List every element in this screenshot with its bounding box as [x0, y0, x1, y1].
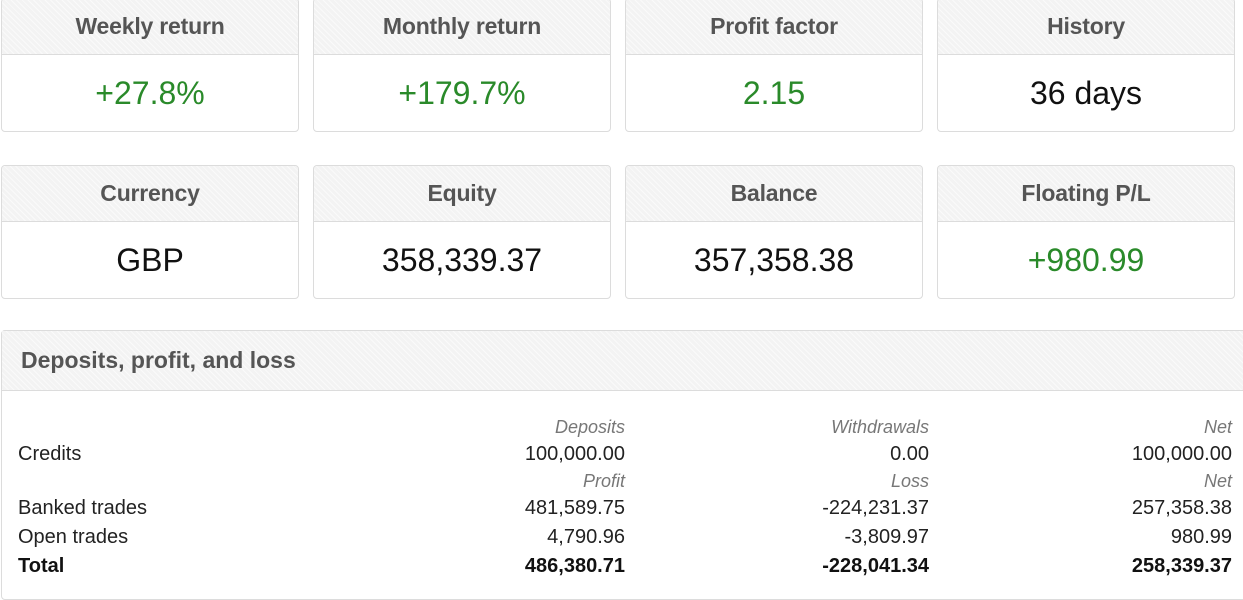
- cell: 100,000.00: [524, 443, 625, 465]
- stat-card-floating-pl: Floating P/L +980.99: [937, 165, 1235, 299]
- stat-label: Equity: [314, 166, 610, 222]
- column-header: Net: [1203, 417, 1232, 437]
- stat-label: Profit factor: [626, 0, 922, 55]
- cell: 258,339.37: [1131, 555, 1232, 577]
- stat-label: Monthly return: [314, 0, 610, 55]
- row-label: Open trades: [18, 526, 129, 548]
- column-header: Withdrawals: [831, 417, 929, 437]
- stat-label: History: [938, 0, 1234, 55]
- column-header: Loss: [890, 471, 929, 491]
- cell: 100,000.00: [1131, 443, 1232, 465]
- profit-loss-table: Deposits Withdrawals Net Credits 100,000…: [18, 415, 1232, 581]
- stat-value: 2.15: [742, 74, 806, 111]
- cell: 257,358.38: [1131, 497, 1232, 519]
- stat-card-equity: Equity 358,339.37: [313, 165, 611, 299]
- table-row-total: Total 486,380.71 -228,041.34 258,339.37: [18, 552, 1232, 581]
- cell: -3,809.97: [844, 526, 929, 548]
- stat-value: 358,339.37: [381, 241, 543, 278]
- stat-card-weekly-return: Weekly return +27.8%: [1, 0, 299, 132]
- stat-value: +179.7%: [398, 74, 526, 111]
- row-label: Credits: [18, 443, 82, 465]
- panel-title: Deposits, profit, and loss: [2, 331, 1243, 391]
- credits-row: Credits 100,000.00 0.00 100,000.00: [18, 440, 1232, 469]
- column-header: Deposits: [554, 417, 625, 437]
- cell: 0.00: [890, 443, 929, 465]
- stat-card-balance: Balance 357,358.38: [625, 165, 923, 299]
- table-row-banked-trades: Banked trades 481,589.75 -224,231.37 257…: [18, 494, 1232, 523]
- stat-value: GBP: [116, 241, 184, 278]
- cell: 980.99: [1170, 526, 1232, 548]
- stat-label: Weekly return: [2, 0, 298, 55]
- stat-card-history: History 36 days: [937, 0, 1235, 132]
- stat-label: Currency: [2, 166, 298, 222]
- cell: 4,790.96: [547, 526, 625, 548]
- stat-card-profit-factor: Profit factor 2.15: [625, 0, 923, 132]
- column-header: Net: [1203, 471, 1232, 491]
- cell: 486,380.71: [524, 555, 625, 577]
- stat-value: 36 days: [1029, 74, 1143, 111]
- stat-label: Balance: [626, 166, 922, 222]
- cell: -224,231.37: [822, 497, 929, 519]
- stat-label: Floating P/L: [938, 166, 1234, 222]
- credits-header-row: Deposits Withdrawals Net: [18, 415, 1232, 440]
- cell: 481,589.75: [524, 497, 625, 519]
- deposits-profit-loss-panel: Deposits, profit, and loss Deposits With…: [1, 330, 1243, 600]
- stat-value: +980.99: [1027, 241, 1145, 278]
- row-label: Total: [18, 555, 65, 577]
- trades-header-row: Profit Loss Net: [18, 469, 1232, 494]
- cell: -228,041.34: [822, 555, 929, 577]
- stat-card-monthly-return: Monthly return +179.7%: [313, 0, 611, 132]
- stat-value: +27.8%: [95, 74, 205, 111]
- column-header: Profit: [582, 471, 625, 491]
- stat-card-currency: Currency GBP: [1, 165, 299, 299]
- table-row-open-trades: Open trades 4,790.96 -3,809.97 980.99: [18, 523, 1232, 552]
- row-label: Banked trades: [18, 497, 147, 519]
- stat-value: 357,358.38: [693, 241, 855, 278]
